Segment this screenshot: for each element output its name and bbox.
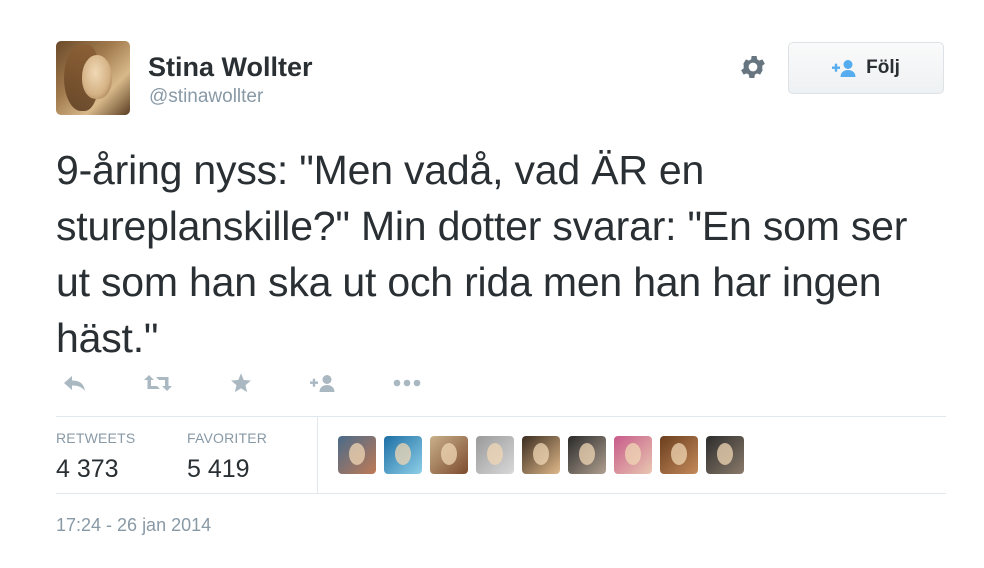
more-icon[interactable] (392, 369, 422, 397)
retweets-label: RETWEETS (56, 430, 136, 446)
retweet-icon[interactable] (143, 369, 173, 397)
user-avatar[interactable] (56, 41, 130, 115)
retweets-count: 4 373 (56, 455, 119, 483)
favorites-label: FAVORITER (187, 430, 268, 446)
favorites-count: 5 419 (187, 455, 250, 483)
favoriter-avatar[interactable] (384, 436, 422, 474)
favoriter-avatar[interactable] (706, 436, 744, 474)
user-display-name[interactable]: Stina Wollter (148, 52, 313, 83)
stats-vertical-divider (317, 417, 318, 493)
follow-button[interactable]: Följ (788, 42, 944, 94)
stats-top-divider (56, 416, 946, 417)
stats-bottom-divider (56, 493, 946, 494)
tweet-actions (60, 368, 422, 398)
favoriter-avatar[interactable] (522, 436, 560, 474)
favoriters-avatars (338, 436, 744, 474)
favoriter-avatar[interactable] (338, 436, 376, 474)
favorite-icon[interactable] (226, 369, 256, 397)
favoriter-avatar[interactable] (430, 436, 468, 474)
add-user-icon (832, 59, 858, 77)
follow-icon[interactable] (309, 369, 339, 397)
user-handle[interactable]: @stinawollter (149, 86, 263, 108)
tweet-timestamp[interactable]: 17:24 - 26 jan 2014 (56, 515, 211, 536)
favorites-stat[interactable]: FAVORITER 5 419 (187, 430, 267, 484)
favoriter-avatar[interactable] (476, 436, 514, 474)
follow-button-label: Följ (866, 57, 900, 78)
avatar-face (82, 55, 112, 99)
gear-icon[interactable] (736, 52, 770, 82)
favoriter-avatar[interactable] (568, 436, 606, 474)
favoriter-avatar[interactable] (614, 436, 652, 474)
reply-icon[interactable] (60, 369, 90, 397)
tweet-text: 9-åring nyss: "Men vadå, vad ÄR en sture… (56, 147, 908, 361)
retweets-stat[interactable]: RETWEETS 4 373 (56, 430, 135, 484)
favoriter-avatar[interactable] (660, 436, 698, 474)
